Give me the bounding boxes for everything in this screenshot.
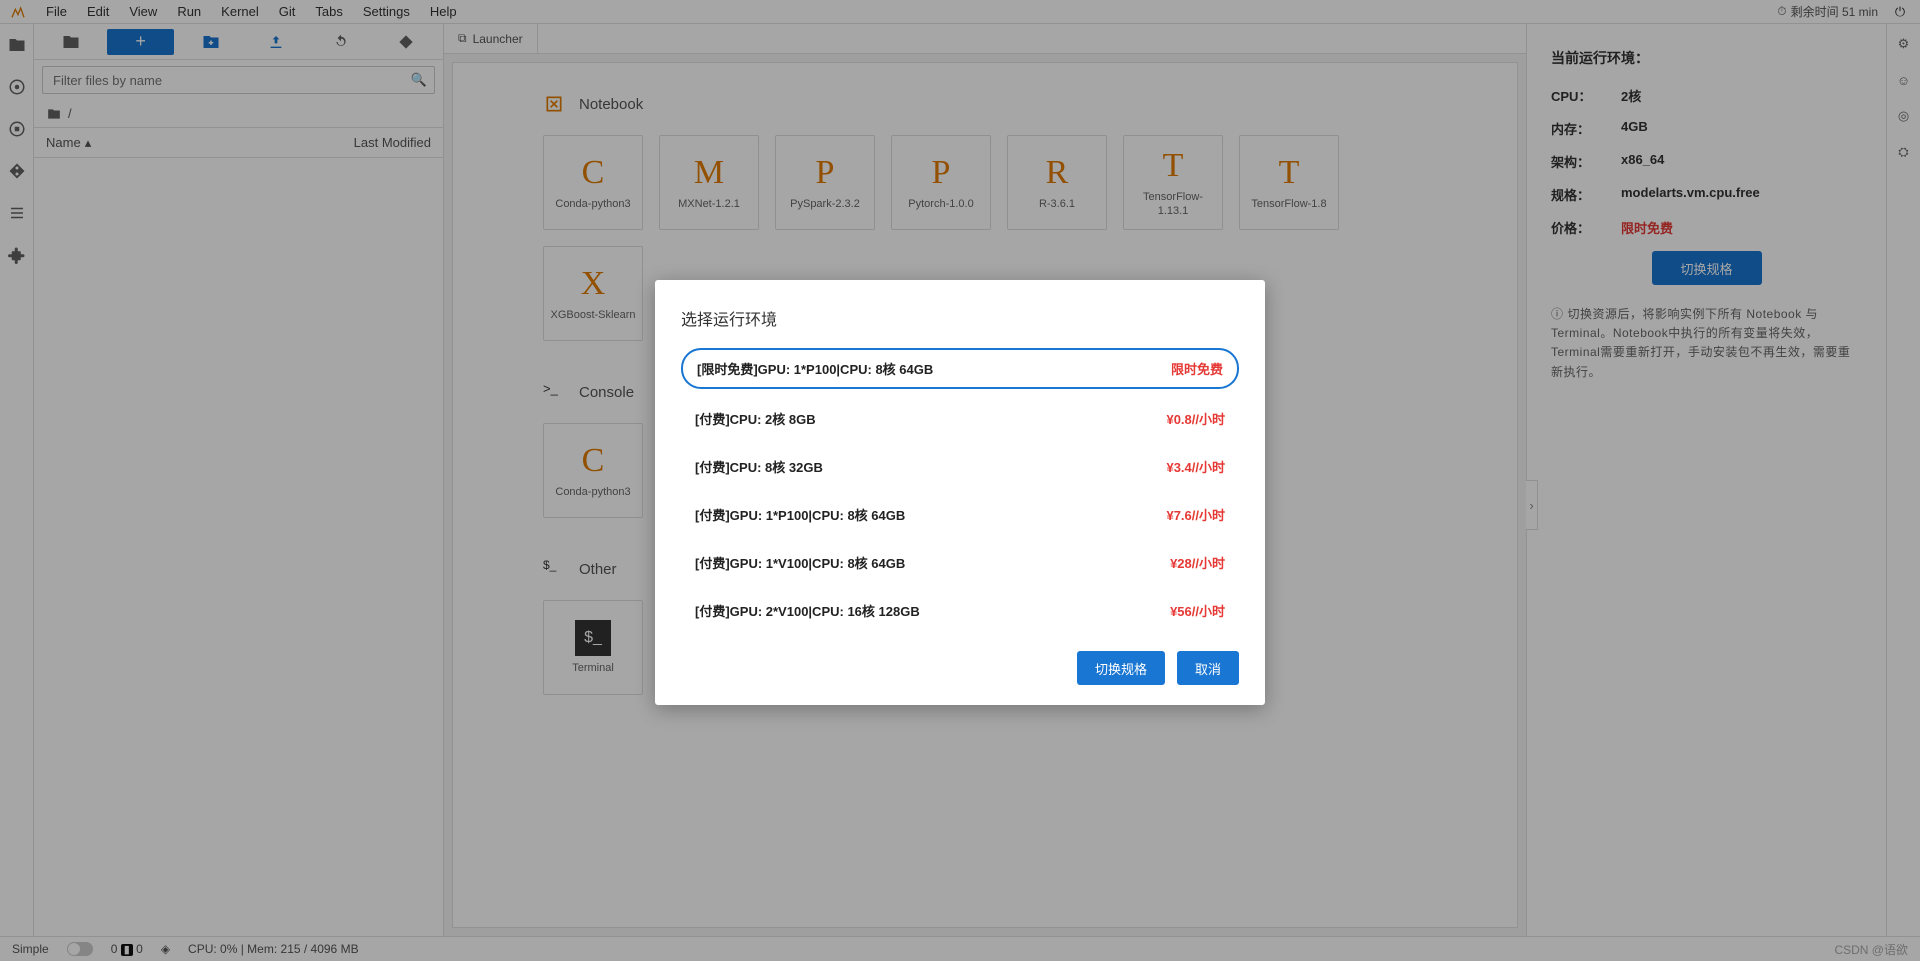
option-name: [付费]CPU: 2核 8GB	[695, 409, 816, 428]
env-option[interactable]: [付费]CPU: 8核 32GB ¥3.4//小时	[681, 448, 1239, 485]
env-option[interactable]: [付费]GPU: 1*V100|CPU: 8核 64GB ¥28//小时	[681, 544, 1239, 581]
option-price: ¥28//小时	[1170, 553, 1225, 572]
env-option[interactable]: [付费]GPU: 2*V100|CPU: 16核 128GB ¥56//小时	[681, 592, 1239, 629]
switch-env-modal: 选择运行环境 [限时免费]GPU: 1*P100|CPU: 8核 64GB 限时免…	[655, 280, 1265, 705]
option-price: ¥56//小时	[1170, 601, 1225, 620]
modal-cancel-button[interactable]: 取消	[1177, 651, 1239, 685]
option-name: [付费]GPU: 1*V100|CPU: 8核 64GB	[695, 553, 905, 572]
modal-overlay[interactable]: 选择运行环境 [限时免费]GPU: 1*P100|CPU: 8核 64GB 限时免…	[0, 0, 1920, 961]
option-price: ¥3.4//小时	[1166, 457, 1225, 476]
option-name: [付费]GPU: 2*V100|CPU: 16核 128GB	[695, 601, 920, 620]
option-price: ¥7.6//小时	[1166, 505, 1225, 524]
env-option[interactable]: [付费]CPU: 2核 8GB ¥0.8//小时	[681, 400, 1239, 437]
option-name: [付费]GPU: 1*P100|CPU: 8核 64GB	[695, 505, 905, 524]
option-price: 限时免费	[1171, 359, 1223, 378]
modal-confirm-button[interactable]: 切换规格	[1077, 651, 1165, 685]
option-name: [限时免费]GPU: 1*P100|CPU: 8核 64GB	[697, 359, 933, 378]
option-price: ¥0.8//小时	[1166, 409, 1225, 428]
option-name: [付费]CPU: 8核 32GB	[695, 457, 823, 476]
modal-title: 选择运行环境	[681, 306, 1239, 330]
env-option[interactable]: [付费]GPU: 1*P100|CPU: 8核 64GB ¥7.6//小时	[681, 496, 1239, 533]
env-option[interactable]: [限时免费]GPU: 1*P100|CPU: 8核 64GB 限时免费	[681, 348, 1239, 389]
